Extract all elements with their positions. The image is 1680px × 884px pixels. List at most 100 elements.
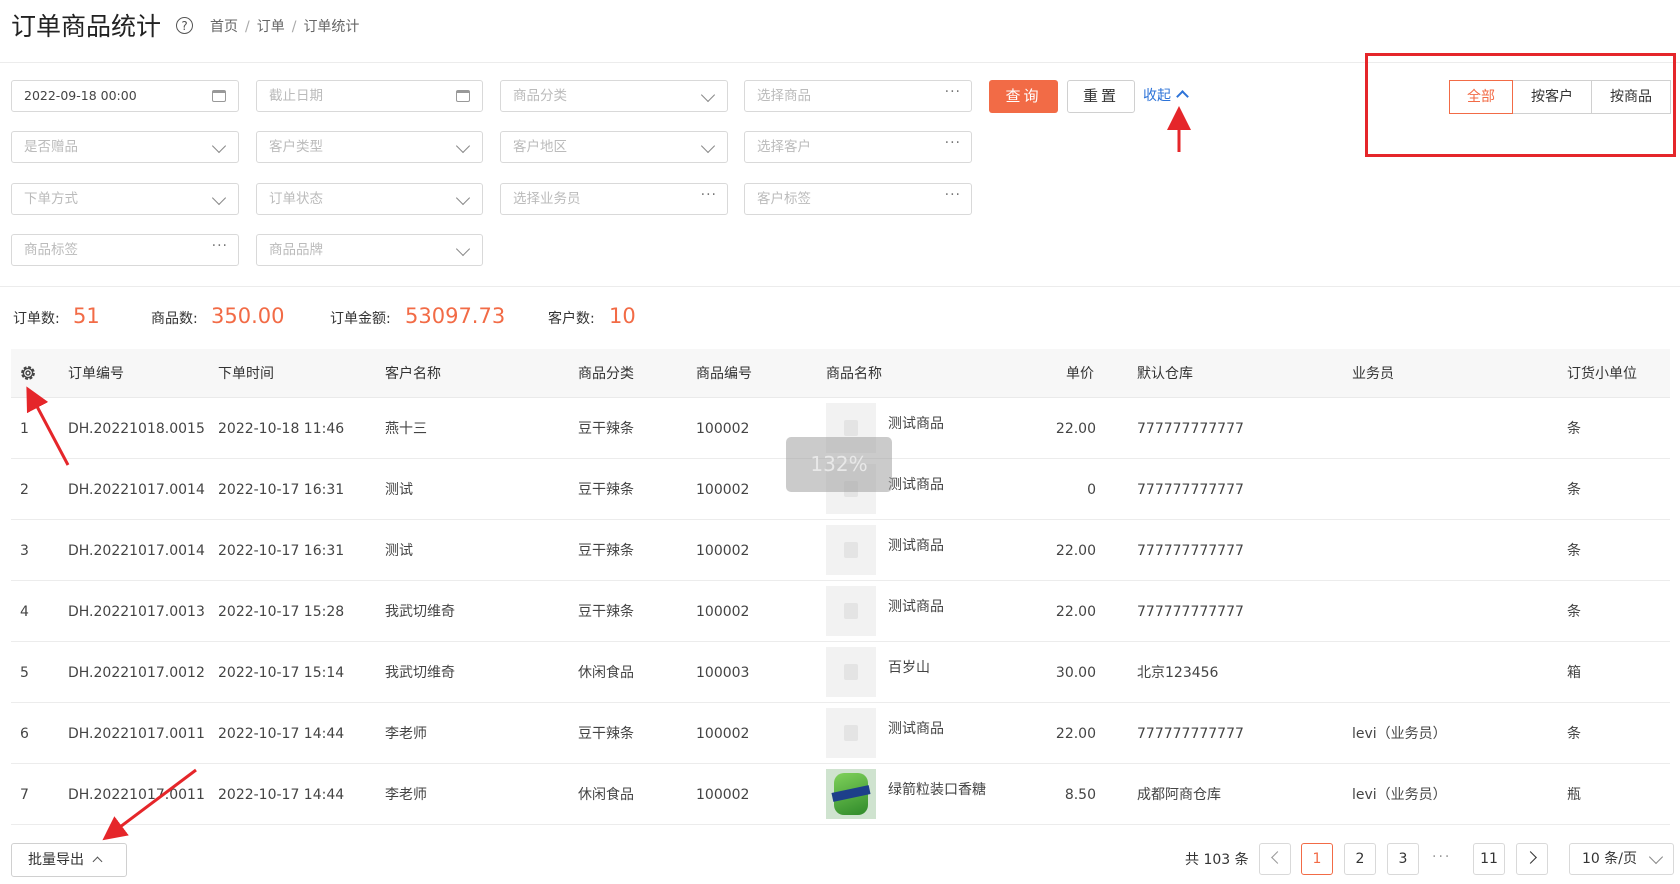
customer-cell: 我武切维奇 bbox=[385, 604, 455, 620]
customer-cell: 测试 bbox=[385, 482, 413, 498]
customer-cell: 燕十三 bbox=[385, 421, 427, 437]
row-index: 1 bbox=[20, 421, 29, 437]
pagination-next[interactable] bbox=[1516, 843, 1548, 875]
customer-cell: 李老师 bbox=[385, 787, 427, 803]
unit-price-cell: 30.00 bbox=[1055, 665, 1096, 681]
category-cell: 豆干辣条 bbox=[578, 543, 634, 559]
unit-price-cell: 22.00 bbox=[1055, 604, 1096, 620]
select-product-picker[interactable]: 选择商品 ··· bbox=[744, 80, 972, 112]
chevron-up-icon bbox=[92, 856, 103, 867]
zoom-indicator: 132% bbox=[786, 437, 892, 492]
col-warehouse[interactable]: 默认仓库 bbox=[1137, 365, 1193, 383]
col-order-no[interactable]: 订单编号 bbox=[68, 365, 124, 383]
view-toggle-by-product[interactable]: 按商品 bbox=[1591, 80, 1671, 114]
pagination-page-2[interactable]: 2 bbox=[1344, 843, 1376, 875]
order-no-cell: DH.20221017.0014 bbox=[68, 543, 205, 559]
unit-price-cell: 22.00 bbox=[1055, 421, 1096, 437]
breadcrumb-order[interactable]: 订单 bbox=[257, 19, 285, 35]
breadcrumb-home[interactable]: 首页 bbox=[210, 19, 238, 35]
filter-divider bbox=[0, 286, 1680, 287]
chevron-down-icon bbox=[455, 138, 471, 154]
is-gift-select[interactable]: 是否赠品 bbox=[11, 131, 239, 163]
product-thumbnail[interactable] bbox=[826, 586, 876, 636]
col-product-name[interactable]: 商品名称 bbox=[826, 365, 882, 383]
select-salesperson-picker[interactable]: 选择业务员 ··· bbox=[500, 183, 728, 215]
col-category[interactable]: 商品分类 bbox=[578, 365, 634, 383]
unit-price-cell: 22.00 bbox=[1055, 543, 1096, 559]
col-product-code[interactable]: 商品编号 bbox=[696, 365, 752, 383]
product-thumbnail[interactable] bbox=[826, 525, 876, 575]
warehouse-cell: 777777777777 bbox=[1137, 604, 1244, 620]
select-customer-picker[interactable]: 选择客户 ··· bbox=[744, 131, 972, 163]
col-unit[interactable]: 订货小单位 bbox=[1567, 365, 1637, 383]
col-salesperson[interactable]: 业务员 bbox=[1352, 365, 1394, 383]
page-size-select[interactable]: 10 条/页 bbox=[1569, 843, 1674, 875]
pagination-page-3[interactable]: 3 bbox=[1387, 843, 1419, 875]
product-name-cell: 测试商品 bbox=[888, 538, 944, 554]
customer-tag-picker[interactable]: 客户标签 ··· bbox=[744, 183, 972, 215]
product-code-cell: 100002 bbox=[696, 482, 750, 498]
warehouse-cell: 777777777777 bbox=[1137, 482, 1244, 498]
category-cell: 休闲食品 bbox=[578, 665, 634, 681]
chevron-down-icon bbox=[700, 87, 716, 103]
collapse-toggle[interactable]: 收起 bbox=[1143, 87, 1189, 105]
page-size-value: 10 条/页 bbox=[1582, 851, 1637, 867]
product-code-cell: 100002 bbox=[696, 421, 750, 437]
calendar-icon bbox=[456, 90, 470, 102]
col-order-time[interactable]: 下单时间 bbox=[218, 365, 274, 383]
view-toggle-by-customer[interactable]: 按客户 bbox=[1512, 80, 1592, 114]
pagination-page-11[interactable]: 11 bbox=[1473, 843, 1505, 875]
order-no-cell: DH.20221017.0014 bbox=[68, 482, 205, 498]
category-cell: 豆干辣条 bbox=[578, 604, 634, 620]
unit-cell: 条 bbox=[1567, 421, 1581, 437]
customer-type-placeholder: 客户类型 bbox=[269, 139, 323, 155]
select-customer-placeholder: 选择客户 bbox=[757, 139, 811, 155]
product-category-select[interactable]: 商品分类 bbox=[500, 80, 728, 112]
product-name-cell: 测试商品 bbox=[888, 416, 944, 432]
batch-export-button[interactable]: 批量导出 bbox=[11, 843, 127, 877]
gear-icon[interactable] bbox=[18, 363, 38, 383]
batch-export-label: 批量导出 bbox=[28, 852, 84, 868]
chevron-down-icon bbox=[700, 138, 716, 154]
image-placeholder-icon bbox=[844, 725, 858, 741]
product-brand-select[interactable]: 商品品牌 bbox=[256, 234, 483, 266]
order-amount-value: 53097.73 bbox=[405, 304, 506, 328]
unit-cell: 条 bbox=[1567, 726, 1581, 742]
order-method-select[interactable]: 下单方式 bbox=[11, 183, 239, 215]
col-unit-price[interactable]: 单价 bbox=[1066, 365, 1094, 383]
customer-region-select[interactable]: 客户地区 bbox=[500, 131, 728, 163]
more-icon: ··· bbox=[211, 238, 228, 254]
select-salesperson-placeholder: 选择业务员 bbox=[513, 191, 581, 207]
row-index: 5 bbox=[20, 665, 29, 681]
product-thumbnail[interactable] bbox=[826, 769, 876, 819]
order-no-cell: DH.20221017.0011 bbox=[68, 787, 205, 803]
product-name-cell: 测试商品 bbox=[888, 477, 944, 493]
pagination-prev[interactable] bbox=[1259, 843, 1291, 875]
product-name-cell: 绿箭粒装口香糖 bbox=[888, 782, 986, 798]
pagination-ellipsis[interactable]: ··· bbox=[1432, 849, 1451, 865]
chevron-down-icon bbox=[1648, 849, 1664, 865]
product-thumbnail[interactable] bbox=[826, 708, 876, 758]
more-icon: ··· bbox=[944, 84, 961, 100]
salesperson-cell: levi（业务员） bbox=[1352, 726, 1447, 742]
customer-type-select[interactable]: 客户类型 bbox=[256, 131, 483, 163]
col-customer[interactable]: 客户名称 bbox=[385, 365, 441, 383]
more-icon: ··· bbox=[700, 187, 717, 203]
help-icon[interactable]: ? bbox=[176, 17, 193, 34]
view-toggle-all[interactable]: 全部 bbox=[1449, 80, 1513, 114]
pagination-page-1[interactable]: 1 bbox=[1301, 843, 1333, 875]
reset-button[interactable]: 重置 bbox=[1067, 80, 1135, 113]
customer-tag-placeholder: 客户标签 bbox=[757, 191, 811, 207]
chevron-down-icon bbox=[455, 190, 471, 206]
order-status-select[interactable]: 订单状态 bbox=[256, 183, 483, 215]
category-cell: 豆干辣条 bbox=[578, 726, 634, 742]
end-date-picker[interactable]: 截止日期 bbox=[256, 80, 483, 112]
product-code-cell: 100002 bbox=[696, 604, 750, 620]
product-tag-picker[interactable]: 商品标签 ··· bbox=[11, 234, 239, 266]
query-button[interactable]: 查询 bbox=[989, 80, 1058, 113]
more-icon: ··· bbox=[944, 135, 961, 151]
product-thumbnail[interactable] bbox=[826, 647, 876, 697]
start-date-picker[interactable]: 2022-09-18 00:00 bbox=[11, 80, 239, 112]
customer-cell: 李老师 bbox=[385, 726, 427, 742]
unit-cell: 条 bbox=[1567, 604, 1581, 620]
